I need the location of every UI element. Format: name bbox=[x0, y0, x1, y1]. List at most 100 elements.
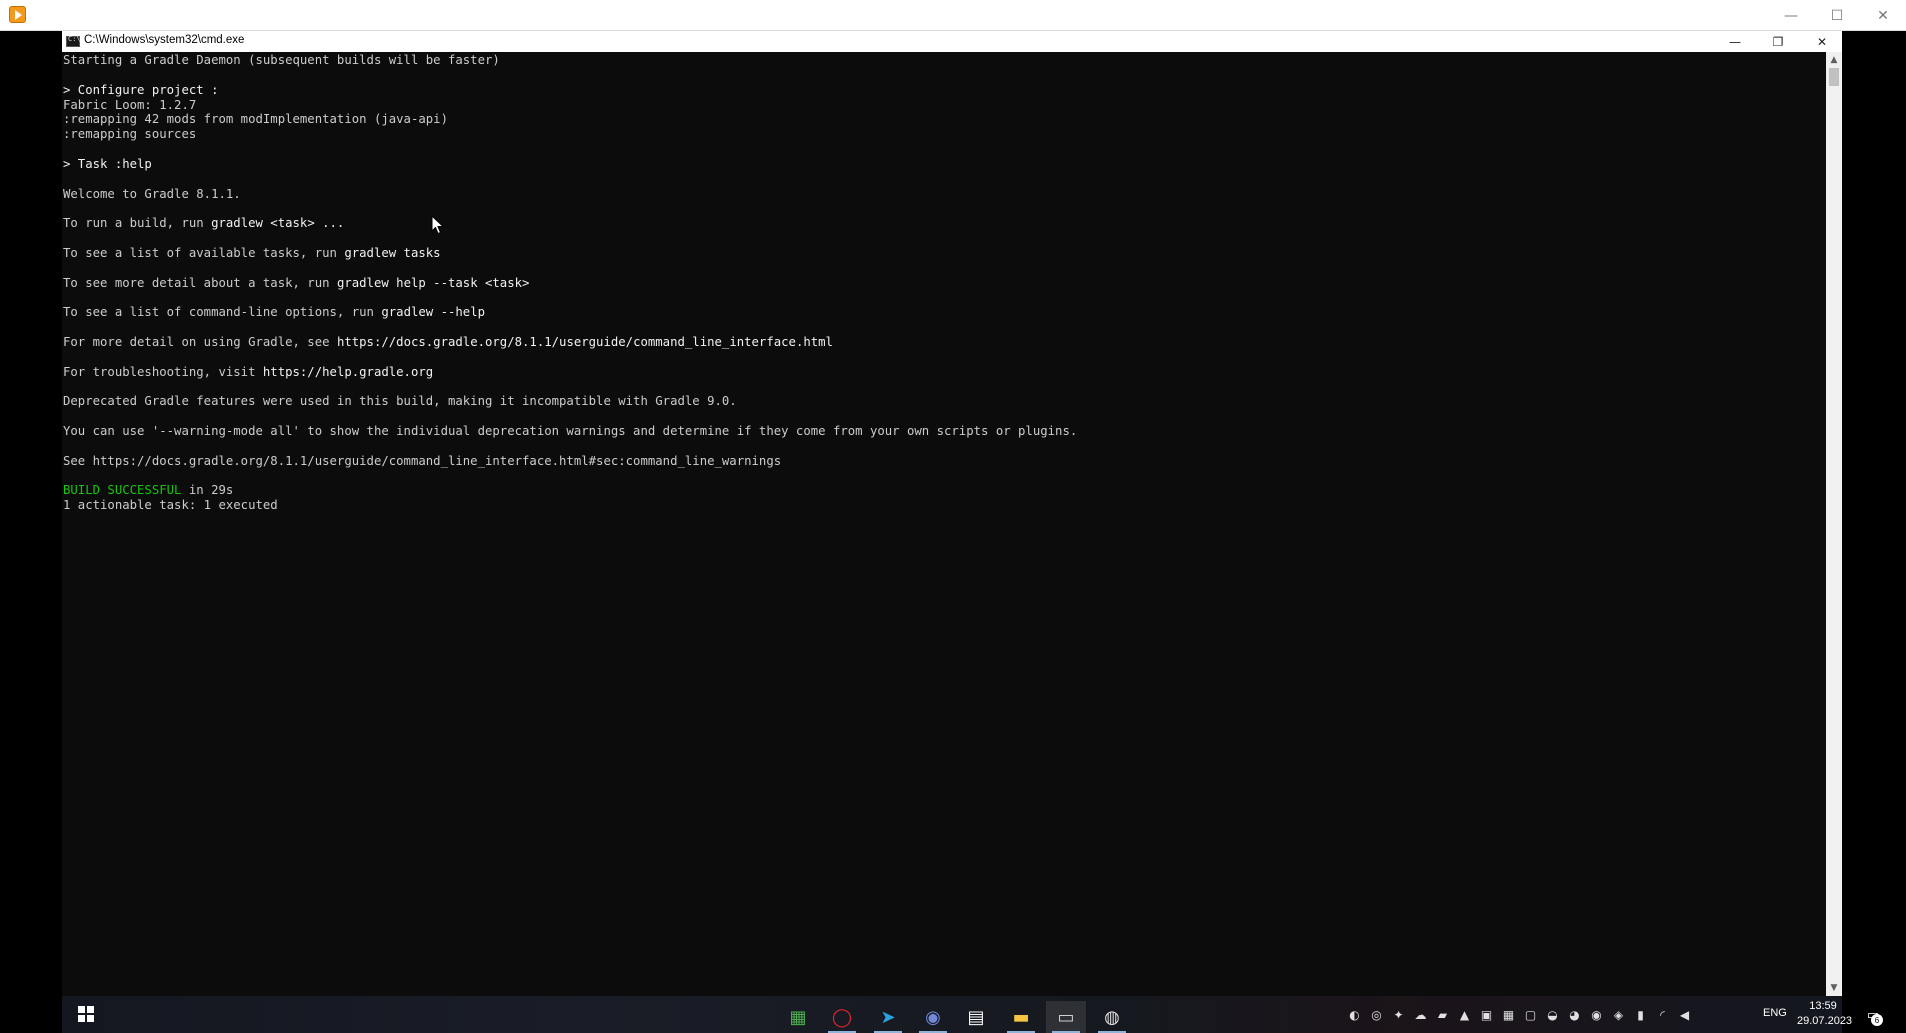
console-text: :remapping 42 mods from modImplementatio… bbox=[63, 112, 448, 127]
steam-icon[interactable]: ◐ bbox=[1346, 1007, 1363, 1024]
left-letterbox bbox=[0, 31, 62, 1033]
clock-time: 13:59 bbox=[1809, 1000, 1837, 1012]
scrollbar-thumb[interactable] bbox=[1829, 68, 1839, 86]
taskbar-app-bluestacks[interactable]: ▦ bbox=[778, 1001, 818, 1033]
console-line: > Task :help bbox=[63, 157, 1077, 172]
build-status: BUILD SUCCESSFUL bbox=[63, 483, 182, 498]
console-line: :remapping 42 mods from modImplementatio… bbox=[63, 112, 1077, 127]
console-text: For more detail on using Gradle, see bbox=[63, 335, 337, 350]
video-player-icon bbox=[9, 6, 26, 23]
color-tray-icon[interactable]: ◉ bbox=[1588, 1007, 1605, 1024]
taskbar-app-file-explorer[interactable]: ▬ bbox=[1001, 1001, 1041, 1033]
windows-start-icon[interactable] bbox=[78, 1006, 94, 1022]
console-text: Starting a Gradle Daemon (subsequent bui… bbox=[63, 53, 500, 67]
console-text: 1 actionable task: 1 executed bbox=[63, 498, 278, 513]
scroll-down-arrow-icon[interactable]: ▼ bbox=[1826, 980, 1842, 996]
taskbar-app-obs[interactable]: ◍ bbox=[1092, 1001, 1132, 1033]
language-indicator[interactable]: ENG bbox=[1763, 1007, 1787, 1019]
taskbar-app-discord[interactable]: ◉ bbox=[913, 1001, 953, 1033]
notification-count-badge: 6 bbox=[1871, 1014, 1883, 1026]
player-titlebar: — ☐ ✕ bbox=[0, 0, 1906, 31]
volume-icon[interactable]: ◀ bbox=[1676, 1007, 1693, 1024]
bluestacks-tray-icon[interactable]: ▦ bbox=[1500, 1007, 1517, 1024]
console-text: Fabric Loom: 1.2.7 bbox=[63, 97, 197, 112]
console-text: To see a list of available tasks, run bbox=[63, 245, 345, 260]
console-line: To see a list of command-line options, r… bbox=[63, 305, 1077, 320]
github-tray-icon[interactable]: ◒ bbox=[1544, 1007, 1561, 1024]
wifi-icon[interactable]: ◜ bbox=[1654, 1007, 1671, 1024]
taskbar-app-cmd[interactable]: ▭ bbox=[1046, 1001, 1086, 1033]
console-output[interactable]: Starting a Gradle Daemon (subsequent bui… bbox=[62, 52, 1826, 996]
console-text: You can use '--warning-mode all' to show… bbox=[63, 424, 1078, 439]
console-line: Fabric Loom: 1.2.7 bbox=[63, 98, 1077, 113]
chrome-tray-icon[interactable]: ◕ bbox=[1566, 1007, 1583, 1024]
console-line: To see more detail about a task, run gra… bbox=[63, 276, 1077, 291]
console-text: gradlew <task> ... bbox=[211, 216, 345, 231]
browser-tray-icon[interactable]: ◎ bbox=[1368, 1007, 1385, 1024]
console-line: BUILD SUCCESSFUL in 29s bbox=[63, 483, 1077, 498]
console-text: To run a build, run bbox=[63, 216, 212, 231]
console-line: Deprecated Gradle features were used in … bbox=[63, 394, 1077, 409]
clock-date: 29.07.2023 bbox=[1797, 1015, 1853, 1027]
warning-tray-icon[interactable]: ▲ bbox=[1456, 1007, 1473, 1024]
scroll-up-arrow-icon[interactable]: ▲ bbox=[1826, 52, 1842, 68]
console-text: Welcome to Gradle 8.1.1. bbox=[63, 186, 241, 201]
console-line: 1 actionable task: 1 executed bbox=[63, 498, 1077, 513]
microphone-icon[interactable]: ▮ bbox=[1632, 1007, 1649, 1024]
console-text: https://docs.gradle.org/8.1.1/userguide/… bbox=[336, 335, 833, 350]
screen-tray-icon[interactable]: ▢ bbox=[1522, 1007, 1539, 1024]
console-text: To see a list of command-line options, r… bbox=[63, 305, 382, 320]
console-lines: Starting a Gradle Daemon (subsequent bui… bbox=[63, 53, 1077, 513]
game-tray-icon[interactable]: ✦ bbox=[1390, 1007, 1407, 1024]
console-text: > Task :help bbox=[63, 156, 152, 171]
taskbar-app-notepad[interactable]: ▤ bbox=[956, 1001, 996, 1033]
cmd-restore-button[interactable]: ❐ bbox=[1758, 31, 1798, 52]
console-line: See https://docs.gradle.org/8.1.1/usergu… bbox=[63, 454, 1077, 469]
clock[interactable]: 13:59 29.07.2023 bbox=[1797, 999, 1853, 1029]
console-line: Welcome to Gradle 8.1.1. bbox=[63, 187, 1077, 202]
console-text: gradlew help --task <task> bbox=[336, 275, 530, 290]
console-line: Starting a Gradle Daemon (subsequent bui… bbox=[63, 53, 1077, 68]
console-line: You can use '--warning-mode all' to show… bbox=[63, 424, 1077, 439]
console-text: See https://docs.gradle.org/8.1.1/usergu… bbox=[63, 453, 782, 468]
shield-tray-icon[interactable]: ◈ bbox=[1610, 1007, 1627, 1024]
console-scrollbar[interactable]: ▲ ▼ bbox=[1826, 52, 1842, 996]
console-line: :remapping sources bbox=[63, 127, 1077, 142]
outer-close-button[interactable]: ✕ bbox=[1860, 0, 1906, 31]
console-text: gradlew tasks bbox=[344, 245, 441, 260]
office-tray-icon[interactable]: ▣ bbox=[1478, 1007, 1495, 1024]
taskbar-app-telegram[interactable]: ➤ bbox=[868, 1001, 908, 1033]
console-text: gradlew --help bbox=[381, 305, 486, 320]
console-text: Deprecated Gradle features were used in … bbox=[63, 394, 737, 409]
nvidia-icon[interactable]: ▰ bbox=[1434, 1007, 1451, 1024]
right-letterbox bbox=[1842, 31, 1906, 1033]
taskbar-app-opera[interactable]: ◯ bbox=[822, 1001, 862, 1033]
console-text: For troubleshooting, visit bbox=[63, 364, 263, 379]
console-text: To see more detail about a task, run bbox=[63, 275, 337, 290]
console-line: > Configure project : bbox=[63, 83, 1077, 98]
console-line: To see a list of available tasks, run gr… bbox=[63, 246, 1077, 261]
console-text: https://help.gradle.org bbox=[262, 364, 434, 379]
cmd-window-title: C:\Windows\system32\cmd.exe bbox=[84, 34, 245, 46]
outer-maximize-button[interactable]: ☐ bbox=[1814, 0, 1860, 31]
console-text: :remapping sources bbox=[63, 127, 197, 142]
console-line: For troubleshooting, visit https://help.… bbox=[63, 365, 1077, 380]
outer-minimize-button[interactable]: — bbox=[1768, 0, 1814, 31]
console-text: > Configure project : bbox=[63, 82, 219, 97]
console-line: For more detail on using Gradle, see htt… bbox=[63, 335, 1077, 350]
cmd-icon bbox=[66, 35, 81, 47]
cloud-tray-icon[interactable]: ☁ bbox=[1412, 1007, 1429, 1024]
cmd-close-button[interactable]: ✕ bbox=[1802, 31, 1842, 52]
cmd-titlebar[interactable]: C:\Windows\system32\cmd.exe — ❐ ✕ bbox=[62, 31, 1842, 52]
cmd-minimize-button[interactable]: — bbox=[1715, 31, 1755, 52]
